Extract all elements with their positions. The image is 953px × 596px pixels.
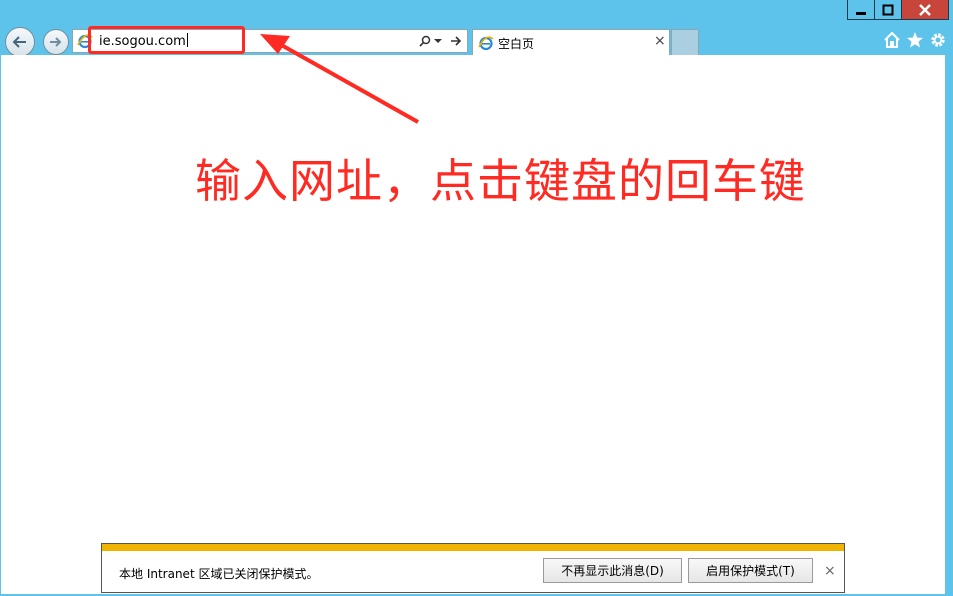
address-highlight-box xyxy=(88,26,245,54)
enable-protected-mode-label: 启用保护模式(T) xyxy=(706,564,795,578)
command-toolbar xyxy=(883,31,947,49)
ie-icon xyxy=(478,36,494,51)
tab-close-button[interactable]: × xyxy=(654,33,666,49)
annotation-text: 输入网址，点击键盘的回车键 xyxy=(195,154,806,208)
new-tab-button[interactable] xyxy=(671,29,699,55)
gear-icon[interactable] xyxy=(929,31,947,49)
back-button[interactable] xyxy=(5,27,35,57)
notification-bar: 本地 Intranet 区域已关闭保护模式。 不再显示此消息(D) 启用保护模式… xyxy=(101,543,845,593)
minimize-button[interactable] xyxy=(847,0,875,20)
tab-label: 空白页 xyxy=(498,37,535,51)
window-controls xyxy=(847,0,949,20)
back-arrow-icon xyxy=(12,36,26,48)
enable-protected-mode-button[interactable]: 启用保护模式(T) xyxy=(688,558,813,583)
close-button[interactable] xyxy=(901,0,949,20)
dont-show-again-label: 不再显示此消息(D) xyxy=(561,564,664,578)
notification-accent xyxy=(102,544,844,551)
dont-show-again-button[interactable]: 不再显示此消息(D) xyxy=(543,558,682,583)
close-icon xyxy=(919,3,931,16)
maximize-button[interactable] xyxy=(874,0,902,20)
forward-button[interactable] xyxy=(43,29,69,55)
star-icon[interactable] xyxy=(906,31,924,49)
notification-close-button[interactable]: × xyxy=(824,563,836,579)
tab-blank-page[interactable]: 空白页 × xyxy=(472,29,670,55)
notification-message: 本地 Intranet 区域已关闭保护模式。 xyxy=(119,567,319,581)
home-icon[interactable] xyxy=(883,31,901,49)
dropdown-icon[interactable] xyxy=(434,39,442,44)
minimize-icon xyxy=(856,11,866,15)
go-arrow-icon[interactable] xyxy=(450,35,462,47)
page-content xyxy=(1,55,945,594)
annotation-arrow xyxy=(260,34,419,124)
forward-arrow-icon xyxy=(50,37,62,47)
maximize-icon xyxy=(882,4,894,15)
